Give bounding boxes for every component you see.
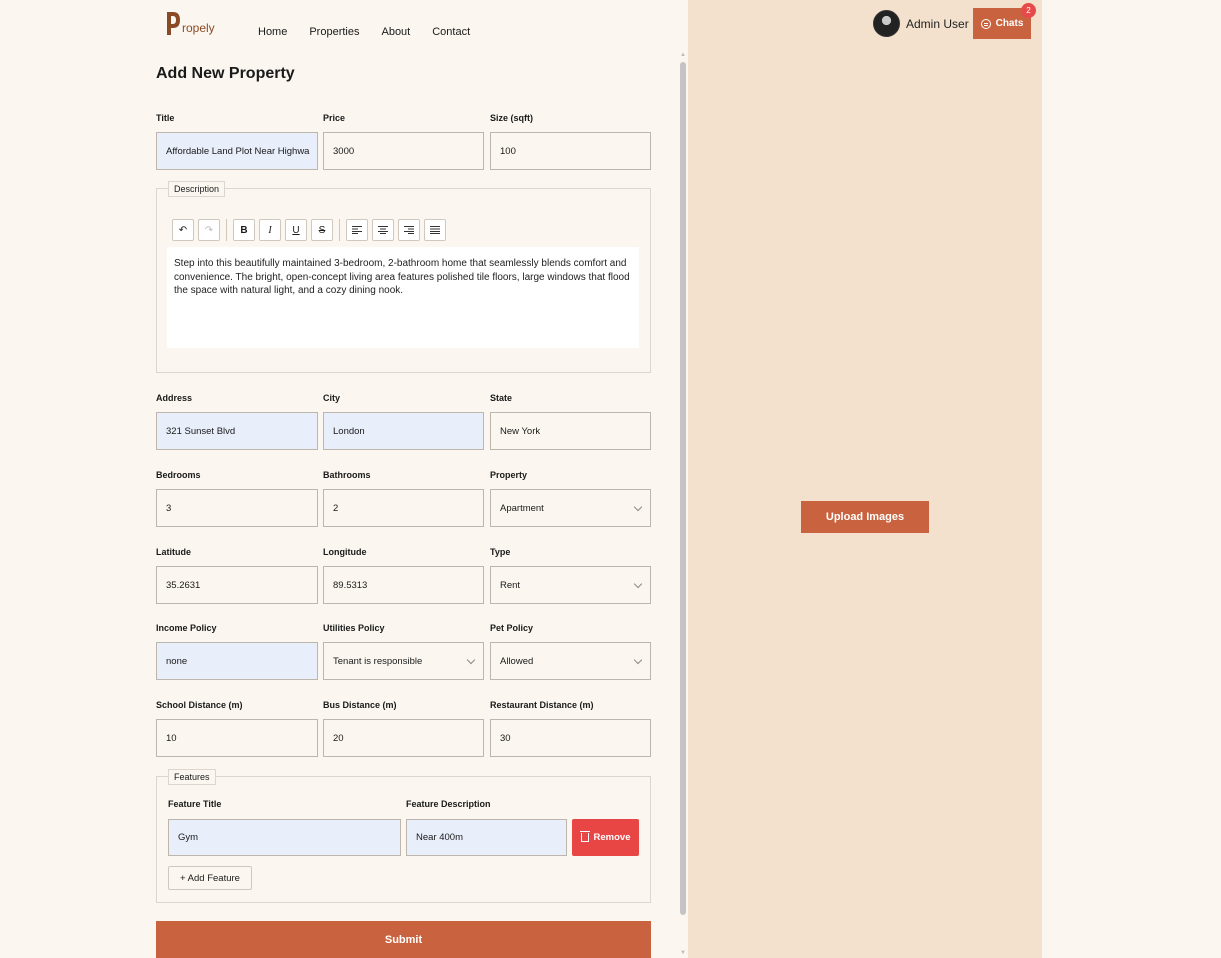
toolbar-divider — [226, 219, 227, 241]
align-center-icon[interactable] — [372, 219, 394, 241]
utilities-policy-select[interactable]: Tenant is responsible — [323, 642, 484, 680]
align-right-icon[interactable] — [398, 219, 420, 241]
chats-label: Chats — [995, 18, 1024, 29]
property-select[interactable]: Apartment — [490, 489, 651, 527]
bus-distance-input[interactable]: 20 — [323, 719, 484, 757]
logo[interactable]: ropely — [166, 11, 215, 36]
feature-description-input[interactable]: Near 400m — [406, 819, 567, 856]
nav-properties[interactable]: Properties — [309, 26, 359, 38]
bedrooms-label: Bedrooms — [156, 470, 201, 480]
bathrooms-label: Bathrooms — [323, 470, 371, 480]
price-label: Price — [323, 113, 346, 123]
main-nav: Home Properties About Contact — [258, 26, 492, 38]
scroll-down-arrow-icon[interactable]: ▼ — [679, 950, 687, 958]
add-feature-button[interactable]: + Add Feature — [168, 866, 252, 890]
trash-icon — [579, 831, 590, 842]
undo-icon[interactable]: ↶ — [172, 219, 194, 241]
remove-feature-button[interactable]: Remove — [572, 819, 639, 856]
feature-title-label: Feature Title — [168, 799, 222, 809]
chat-bubble-icon — [980, 18, 991, 29]
redo-icon[interactable]: ↷ — [198, 219, 220, 241]
property-label: Property — [490, 470, 528, 480]
longitude-label: Longitude — [323, 547, 367, 557]
remove-label: Remove — [593, 832, 631, 843]
type-select-value: Rent — [500, 579, 521, 591]
type-select[interactable]: Rent — [490, 566, 651, 604]
bus-distance-label: Bus Distance (m) — [323, 700, 397, 710]
restaurant-distance-input[interactable]: 30 — [490, 719, 651, 757]
pet-policy-label: Pet Policy — [490, 623, 534, 633]
pet-policy-select[interactable]: Allowed — [490, 642, 651, 680]
underline-icon[interactable]: U — [285, 219, 307, 241]
income-policy-label: Income Policy — [156, 623, 217, 633]
strikethrough-icon[interactable]: S — [311, 219, 333, 241]
bathrooms-input[interactable]: 2 — [323, 489, 484, 527]
upload-images-button[interactable]: Upload Images — [801, 501, 929, 533]
logo-mark-icon — [166, 11, 181, 36]
income-policy-input[interactable]: none — [156, 642, 318, 680]
description-legend: Description — [168, 181, 226, 197]
align-justify-icon[interactable] — [424, 219, 446, 241]
scroll-up-arrow-icon[interactable]: ▲ — [679, 52, 687, 60]
bedrooms-input[interactable]: 3 — [156, 489, 318, 527]
city-label: City — [323, 393, 341, 403]
latitude-input[interactable]: 35.2631 — [156, 566, 318, 604]
form-scrollbar[interactable]: ▲ ▼ — [679, 52, 687, 958]
title-label: Title — [156, 113, 175, 123]
utilities-policy-select-value: Tenant is responsible — [333, 655, 423, 667]
state-label: State — [490, 393, 513, 403]
longitude-input[interactable]: 89.5313 — [323, 566, 484, 604]
restaurant-distance-label: Restaurant Distance (m) — [490, 700, 594, 710]
nav-about[interactable]: About — [381, 26, 410, 38]
chevron-down-icon — [633, 502, 643, 511]
image-upload-panel: Upload Images — [688, 0, 1042, 958]
property-select-value: Apartment — [500, 502, 544, 514]
nav-home[interactable]: Home — [258, 26, 287, 38]
nav-contact[interactable]: Contact — [432, 26, 470, 38]
toolbar-divider — [339, 219, 340, 241]
logo-text: ropely — [182, 21, 215, 35]
title-input[interactable]: Affordable Land Plot Near Highwa — [156, 132, 318, 170]
user-menu[interactable]: Admin User — [873, 10, 969, 37]
avatar[interactable] — [873, 10, 900, 37]
school-distance-label: School Distance (m) — [156, 700, 243, 710]
type-label: Type — [490, 547, 511, 557]
feature-description-label: Feature Description — [406, 799, 491, 809]
latitude-label: Latitude — [156, 547, 191, 557]
size-input[interactable]: 100 — [490, 132, 651, 170]
features-legend: Features — [168, 769, 216, 785]
utilities-policy-label: Utilities Policy — [323, 623, 385, 633]
submit-button[interactable]: Submit — [156, 921, 651, 958]
chats-count-badge: 2 — [1021, 3, 1036, 18]
feature-title-input[interactable]: Gym — [168, 819, 401, 856]
chevron-down-icon — [466, 655, 476, 664]
align-left-icon[interactable] — [346, 219, 368, 241]
editor-toolbar: ↶ ↷ B I U S — [172, 219, 450, 241]
scroll-thumb[interactable] — [680, 62, 686, 915]
page-title: Add New Property — [156, 65, 295, 82]
school-distance-input[interactable]: 10 — [156, 719, 318, 757]
user-name: Admin User — [906, 16, 969, 31]
bold-icon[interactable]: B — [233, 219, 255, 241]
price-input[interactable]: 3000 — [323, 132, 484, 170]
pet-policy-select-value: Allowed — [500, 655, 534, 667]
italic-icon[interactable]: I — [259, 219, 281, 241]
chevron-down-icon — [633, 655, 643, 664]
chevron-down-icon — [633, 579, 643, 588]
address-input[interactable]: 321 Sunset Blvd — [156, 412, 318, 450]
description-editor[interactable]: Step into this beautifully maintained 3-… — [167, 247, 639, 348]
state-input[interactable]: New York — [490, 412, 651, 450]
size-label: Size (sqft) — [490, 113, 534, 123]
city-input[interactable]: London — [323, 412, 484, 450]
address-label: Address — [156, 393, 193, 403]
